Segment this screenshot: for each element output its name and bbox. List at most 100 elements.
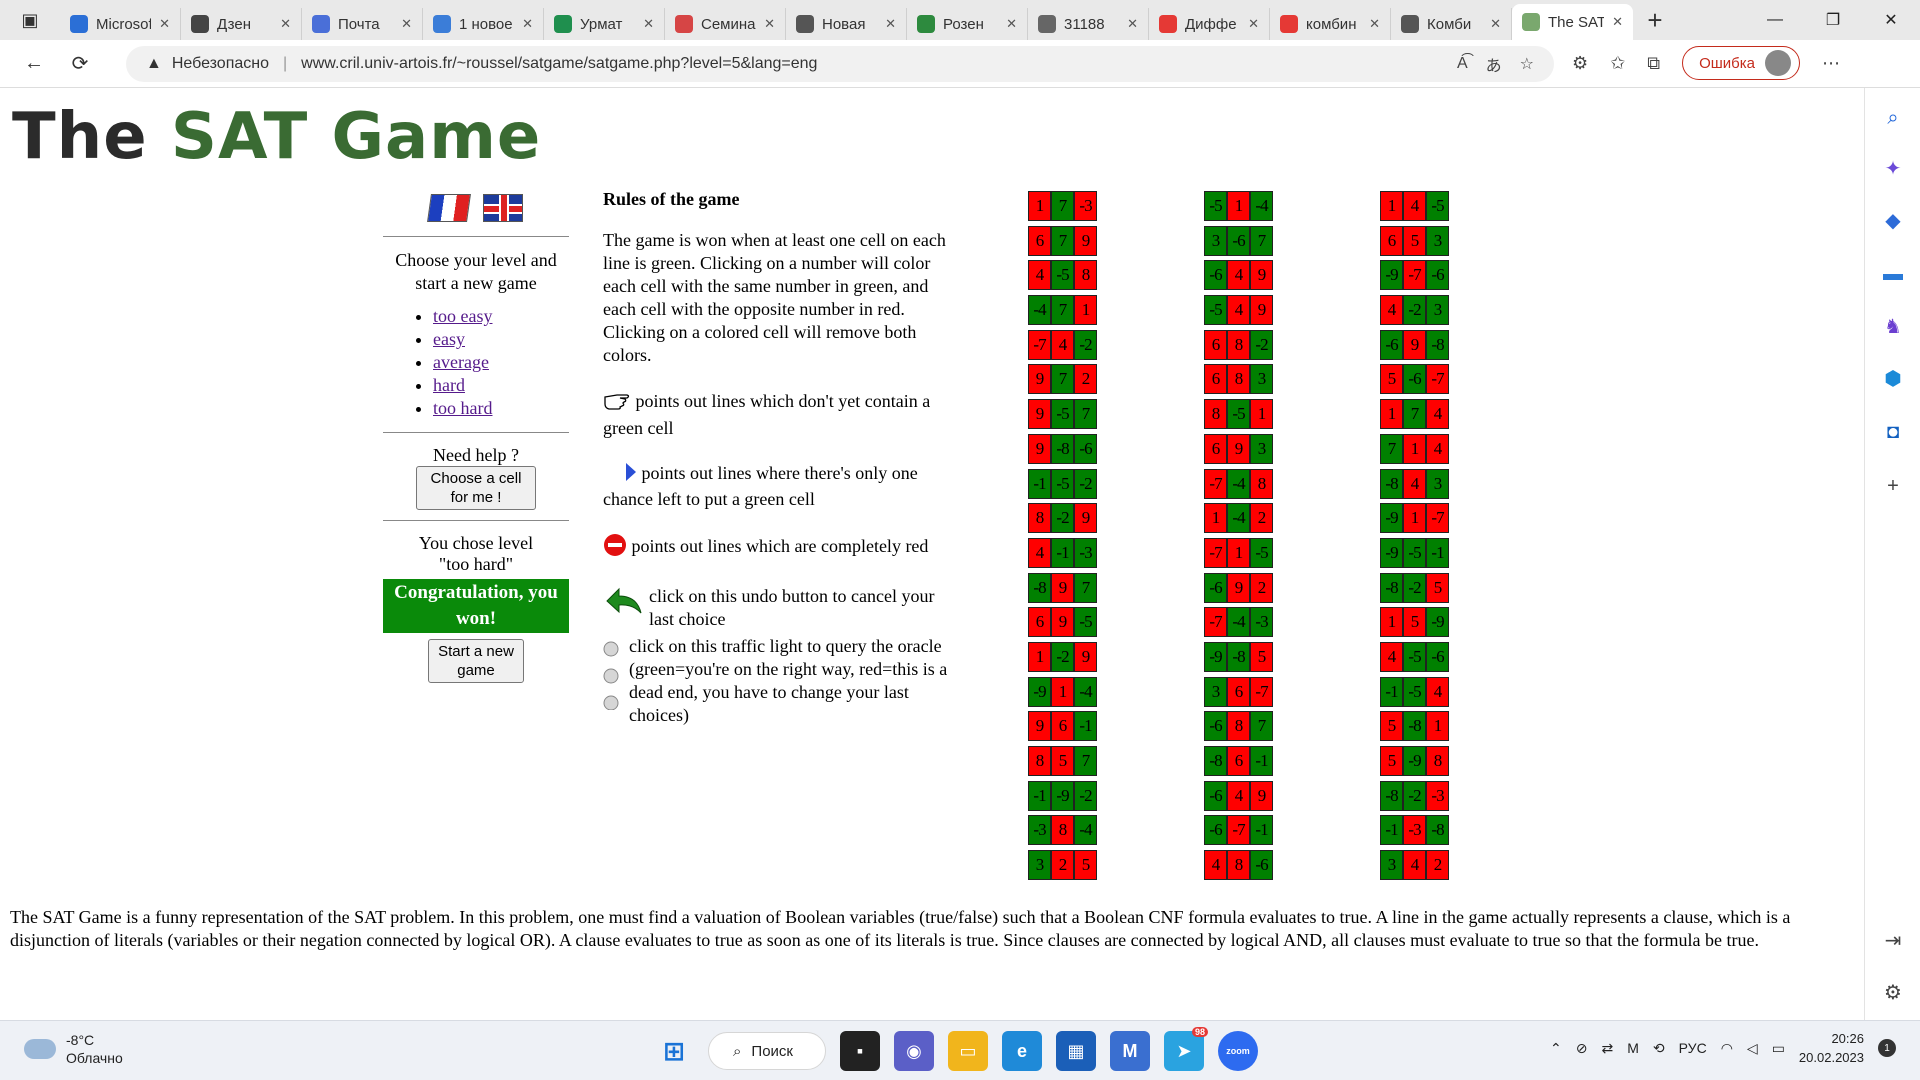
literal-cell[interactable]: -4 (1028, 295, 1051, 326)
literal-cell[interactable]: 1 (1426, 711, 1449, 742)
literal-cell[interactable]: -4 (1227, 607, 1250, 638)
literal-cell[interactable]: 4 (1426, 399, 1449, 430)
level-link-hard[interactable]: hard (433, 375, 465, 395)
literal-cell[interactable]: -2 (1403, 780, 1426, 811)
literal-cell[interactable]: 8 (1426, 746, 1449, 776)
literal-cell[interactable]: 8 (1227, 329, 1250, 360)
literal-cell[interactable]: 8 (1227, 364, 1250, 395)
literal-cell[interactable]: 3 (1204, 225, 1227, 256)
zoom-icon[interactable]: zoom (1218, 1031, 1258, 1071)
literal-cell[interactable]: 4 (1028, 537, 1051, 568)
literal-cell[interactable]: 1 (1051, 676, 1074, 707)
literal-cell[interactable]: -1 (1250, 815, 1273, 846)
literal-cell[interactable]: 9 (1028, 399, 1051, 430)
literal-cell[interactable]: 5 (1380, 711, 1403, 742)
literal-cell[interactable]: -1 (1380, 676, 1403, 707)
literal-cell[interactable]: -8 (1426, 329, 1449, 360)
browser-tab[interactable]: Почта ✕ (302, 8, 423, 40)
literal-cell[interactable]: 6 (1028, 607, 1051, 638)
browser-tab[interactable]: Microsoft ✕ (60, 8, 181, 40)
literal-cell[interactable]: 7 (1250, 711, 1273, 742)
literal-cell[interactable]: 2 (1426, 850, 1449, 881)
literal-cell[interactable]: 5 (1403, 225, 1426, 256)
tab-close-icon[interactable]: ✕ (401, 16, 412, 32)
browser-tab[interactable]: 31188 ✕ (1028, 8, 1149, 40)
file-explorer-icon[interactable]: ▭ (948, 1031, 988, 1071)
literal-cell[interactable]: -9 (1426, 607, 1449, 638)
literal-cell[interactable]: -6 (1250, 850, 1273, 881)
back-button[interactable]: ← (12, 46, 56, 82)
literal-cell[interactable]: 9 (1250, 295, 1273, 326)
tab-close-icon[interactable]: ✕ (1127, 16, 1138, 32)
literal-cell[interactable]: 7 (1380, 433, 1403, 464)
level-link-average[interactable]: average (433, 352, 489, 372)
copilot-icon[interactable]: ✦ (1879, 154, 1907, 182)
literal-cell[interactable]: -7 (1204, 607, 1227, 638)
literal-cell[interactable]: -4 (1250, 191, 1273, 221)
literal-cell[interactable]: -7 (1426, 503, 1449, 534)
literal-cell[interactable]: -2 (1250, 329, 1273, 360)
literal-cell[interactable]: -5 (1403, 537, 1426, 568)
literal-cell[interactable]: 9 (1051, 607, 1074, 638)
french-flag-icon[interactable] (427, 194, 471, 222)
literal-cell[interactable]: 9 (1227, 433, 1250, 464)
literal-cell[interactable]: -7 (1028, 329, 1051, 360)
start-icon[interactable]: ⊞ (654, 1031, 694, 1071)
profile-error-button[interactable]: Ошибка (1682, 46, 1800, 80)
security-label[interactable]: Небезопасно (172, 55, 269, 73)
literal-cell[interactable]: -8 (1426, 815, 1449, 846)
literal-cell[interactable]: 3 (1380, 850, 1403, 881)
read-aloud-icon[interactable]: A͡ (1457, 55, 1468, 73)
literal-cell[interactable]: 3 (1250, 433, 1273, 464)
browser-tab[interactable]: Дзен ✕ (181, 8, 302, 40)
literal-cell[interactable]: 1 (1028, 191, 1051, 221)
tab-close-icon[interactable]: ✕ (522, 16, 533, 32)
literal-cell[interactable]: 8 (1051, 815, 1074, 846)
games-icon[interactable]: ♞ (1879, 312, 1907, 340)
tray-mail-icon[interactable]: M (1627, 1040, 1639, 1056)
tab-close-icon[interactable]: ✕ (1490, 16, 1501, 32)
tab-close-icon[interactable]: ✕ (764, 16, 775, 32)
undo-arrow-icon[interactable] (603, 585, 643, 631)
tab-close-icon[interactable]: ✕ (280, 16, 291, 32)
tray-chevron-icon[interactable]: ⌃ (1550, 1040, 1562, 1057)
literal-cell[interactable]: -9 (1028, 676, 1051, 707)
literal-cell[interactable]: -5 (1051, 260, 1074, 291)
tray-refresh-icon[interactable]: ⟲ (1653, 1040, 1665, 1057)
new-game-button[interactable]: Start a new game (428, 639, 524, 683)
literal-cell[interactable]: -9 (1380, 537, 1403, 568)
literal-cell[interactable]: 3 (1426, 295, 1449, 326)
literal-cell[interactable]: 1 (1227, 191, 1250, 221)
literal-cell[interactable]: 9 (1250, 260, 1273, 291)
literal-cell[interactable]: -2 (1403, 295, 1426, 326)
literal-cell[interactable]: 4 (1028, 260, 1051, 291)
edge-icon[interactable]: e (1002, 1031, 1042, 1071)
literal-cell[interactable]: 8 (1028, 746, 1051, 776)
literal-cell[interactable]: -9 (1204, 641, 1227, 672)
literal-cell[interactable]: -2 (1403, 572, 1426, 603)
literal-cell[interactable]: 6 (1380, 225, 1403, 256)
tray-sync-icon[interactable]: ⇄ (1602, 1040, 1614, 1057)
literal-cell[interactable]: 7 (1051, 364, 1074, 395)
literal-cell[interactable]: 1 (1250, 399, 1273, 430)
literal-cell[interactable]: 5 (1074, 850, 1097, 881)
browser-tab[interactable]: Диффе ✕ (1149, 8, 1270, 40)
literal-cell[interactable]: -8 (1028, 572, 1051, 603)
literal-cell[interactable]: -8 (1380, 572, 1403, 603)
mail-app-icon[interactable]: M (1110, 1031, 1150, 1071)
literal-cell[interactable]: -5 (1227, 399, 1250, 430)
literal-cell[interactable]: -6 (1204, 780, 1227, 811)
translate-icon[interactable]: あ (1486, 52, 1502, 76)
literal-cell[interactable]: 9 (1074, 503, 1097, 534)
clock[interactable]: 20:26 20.02.2023 (1799, 1029, 1864, 1067)
literal-cell[interactable]: -2 (1074, 468, 1097, 499)
tools-icon[interactable]: ▬ (1879, 260, 1907, 288)
literal-cell[interactable]: 4 (1227, 295, 1250, 326)
favorites-icon[interactable]: ✩ (1610, 53, 1625, 74)
literal-cell[interactable]: -1 (1250, 746, 1273, 776)
literal-cell[interactable]: -5 (1403, 676, 1426, 707)
literal-cell[interactable]: -7 (1426, 364, 1449, 395)
warning-icon[interactable]: ▲ (146, 55, 162, 73)
extensions-icon[interactable]: ⚙ (1572, 53, 1588, 74)
search-icon[interactable]: ⌕ (1879, 104, 1907, 132)
